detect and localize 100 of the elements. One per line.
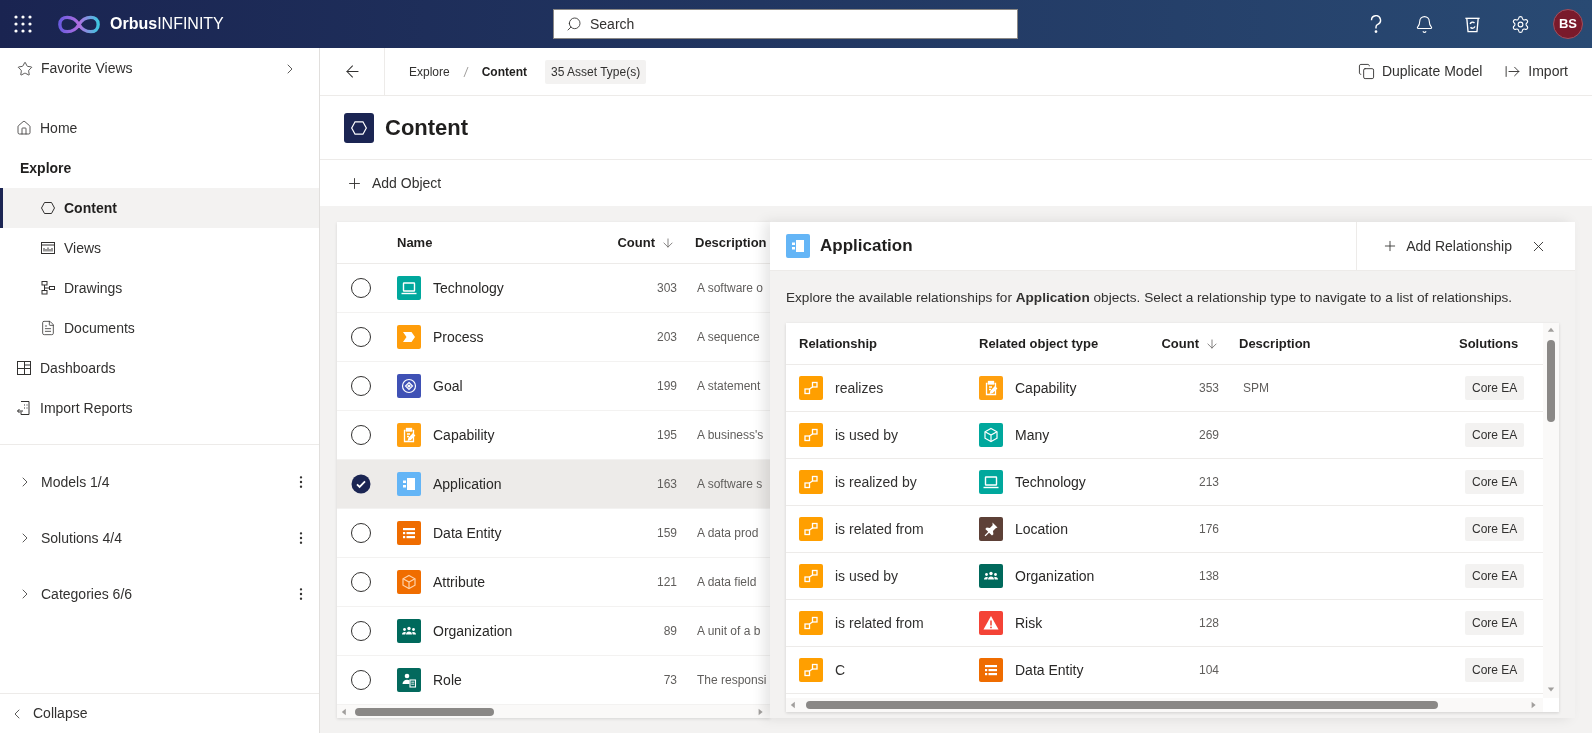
favorites-item[interactable]: Favorite Views: [0, 48, 319, 89]
breadcrumb-item[interactable]: Explore: [409, 62, 450, 81]
connector-icon: [799, 611, 823, 635]
object-type-name: Technology: [433, 278, 504, 298]
table-row[interactable]: Attribute 121 A data field: [337, 558, 770, 607]
count-cell-text: 163: [656, 476, 677, 493]
search-field[interactable]: Search: [553, 9, 1018, 39]
table-row[interactable]: Goal 199 A statement: [337, 362, 770, 411]
count-cell-text: 199: [656, 378, 677, 395]
radio-button[interactable]: [351, 278, 371, 298]
table-row[interactable]: Process 203 A sequence: [337, 313, 770, 362]
nav-group[interactable]: Models 1/4: [0, 454, 293, 510]
nav-item[interactable]: Views: [0, 228, 319, 268]
radio-button[interactable]: [351, 621, 371, 641]
table-row[interactable]: is used by Many 269 Core EA: [786, 412, 1543, 459]
nav-item[interactable]: Content: [0, 188, 319, 228]
radio-button[interactable]: [351, 327, 371, 347]
table-row[interactable]: Application 163 A software s: [337, 460, 770, 509]
solution-tag: Core EA: [1465, 611, 1525, 635]
column-header[interactable]: Description: [1239, 333, 1311, 354]
scrollbar-thumb[interactable]: [355, 707, 494, 716]
solution-tag: Core EA: [1465, 658, 1525, 682]
table-row[interactable]: is related from Risk 128 Core EA: [786, 600, 1543, 647]
nav-item[interactable]: Drawings: [0, 268, 319, 308]
solution-tag: Core EA: [1465, 423, 1525, 447]
add-object-button[interactable]: Add Object: [346, 172, 442, 194]
scroll-right-icon[interactable]: [757, 707, 765, 716]
scrollbar-thumb[interactable]: [1547, 340, 1555, 422]
nav-item[interactable]: Documents: [0, 308, 319, 348]
column-header[interactable]: Name: [397, 232, 433, 253]
column-header[interactable]: Solutions: [1459, 333, 1519, 354]
solution-tag: Core EA: [1465, 376, 1525, 400]
connector-icon: [799, 376, 823, 400]
chart-icon: [40, 240, 56, 256]
object-type-name: Attribute: [433, 572, 486, 592]
toolbar-button[interactable]: Import: [1504, 61, 1568, 82]
count-cell-text: 353: [1198, 380, 1219, 397]
nav-item[interactable]: Home: [0, 108, 319, 148]
vertical-scrollbar[interactable]: [1543, 323, 1559, 698]
connector-icon: [799, 470, 823, 494]
relationship-name: is related from: [835, 519, 924, 539]
avatar-button[interactable]: BS: [1544, 0, 1592, 48]
solution-tag: Core EA: [1465, 517, 1525, 541]
scrollbar-thumb[interactable]: [806, 701, 1438, 709]
star-icon: [17, 60, 33, 77]
column-header[interactable]: Description: [695, 232, 767, 253]
table-row[interactable]: Data Entity 159 A data prod: [337, 509, 770, 558]
collapse-button[interactable]: Collapse: [0, 694, 98, 733]
column-header[interactable]: Count: [617, 232, 675, 253]
nav-item[interactable]: Dashboards: [0, 348, 319, 388]
count-cell-text: 269: [1198, 427, 1219, 444]
table-row[interactable]: Role 73 The responsi: [337, 656, 770, 705]
column-header[interactable]: Relationship: [799, 333, 877, 354]
table-row[interactable]: is realized by Technology 213 Core EA: [786, 459, 1543, 506]
horizontal-scrollbar[interactable]: [337, 705, 770, 718]
count-cell-text: 73: [663, 672, 677, 689]
table-row[interactable]: is related from Location 176 Core EA: [786, 506, 1543, 553]
dashboard-icon: [16, 360, 32, 376]
description-cell-text: A software s: [697, 476, 763, 493]
count-cell-text: 303: [656, 280, 677, 297]
count-cell-text: 159: [656, 525, 677, 542]
count-cell-text: 195: [656, 427, 677, 444]
object-type-name: Data Entity: [1015, 660, 1084, 680]
count-cell-text: 213: [1198, 474, 1219, 491]
table-row[interactable]: is used by Organization 138 Core EA: [786, 553, 1543, 600]
object-type-name: Organization: [433, 621, 513, 641]
column-header[interactable]: Count: [1161, 333, 1219, 354]
nav-item[interactable]: Import Reports: [0, 388, 319, 428]
solution-tag: Core EA: [1465, 470, 1525, 494]
solution-tag: Core EA: [1465, 564, 1525, 588]
radio-button[interactable]: [351, 376, 371, 396]
description-cell-text: SPM: [1243, 380, 1269, 397]
radio-button[interactable]: [351, 474, 371, 494]
table-row[interactable]: Technology 303 A software o: [337, 264, 770, 313]
count-badge: 35 Asset Type(s): [545, 59, 647, 84]
radio-button[interactable]: [351, 572, 371, 592]
table-row[interactable]: C Data Entity 104 Core EA: [786, 647, 1543, 694]
horizontal-scrollbar[interactable]: [786, 698, 1543, 712]
radio-button[interactable]: [351, 425, 371, 445]
object-type-name: Goal: [433, 376, 463, 396]
connector-icon: [799, 658, 823, 682]
relationship-name: C: [835, 660, 846, 680]
toolbar-button[interactable]: Duplicate Model: [1357, 61, 1483, 82]
radio-button[interactable]: [351, 523, 371, 543]
table-row[interactable]: Organization 89 A unit of a b: [337, 607, 770, 656]
nav-group[interactable]: Categories 6/6: [0, 566, 293, 622]
waffle-icon: [14, 15, 32, 33]
radio-button[interactable]: [351, 670, 371, 690]
object-type-name: Capability: [1015, 378, 1077, 398]
object-type-name: Risk: [1015, 613, 1043, 633]
hexagon-icon: [40, 200, 56, 216]
column-header[interactable]: Related object type: [979, 333, 1099, 354]
connector-icon: [799, 517, 823, 541]
nav-item[interactable]: Explore: [0, 148, 319, 188]
table-row[interactable]: Capability 195 A business's: [337, 411, 770, 460]
table-row[interactable]: realizes Capability 353 SPM Core EA: [786, 365, 1543, 412]
settings-icon: [1510, 14, 1530, 34]
description-cell-text: A sequence: [697, 329, 760, 346]
add-relationship-button[interactable]: Add Relationship: [1382, 235, 1512, 257]
nav-group[interactable]: Solutions 4/4: [0, 510, 293, 566]
